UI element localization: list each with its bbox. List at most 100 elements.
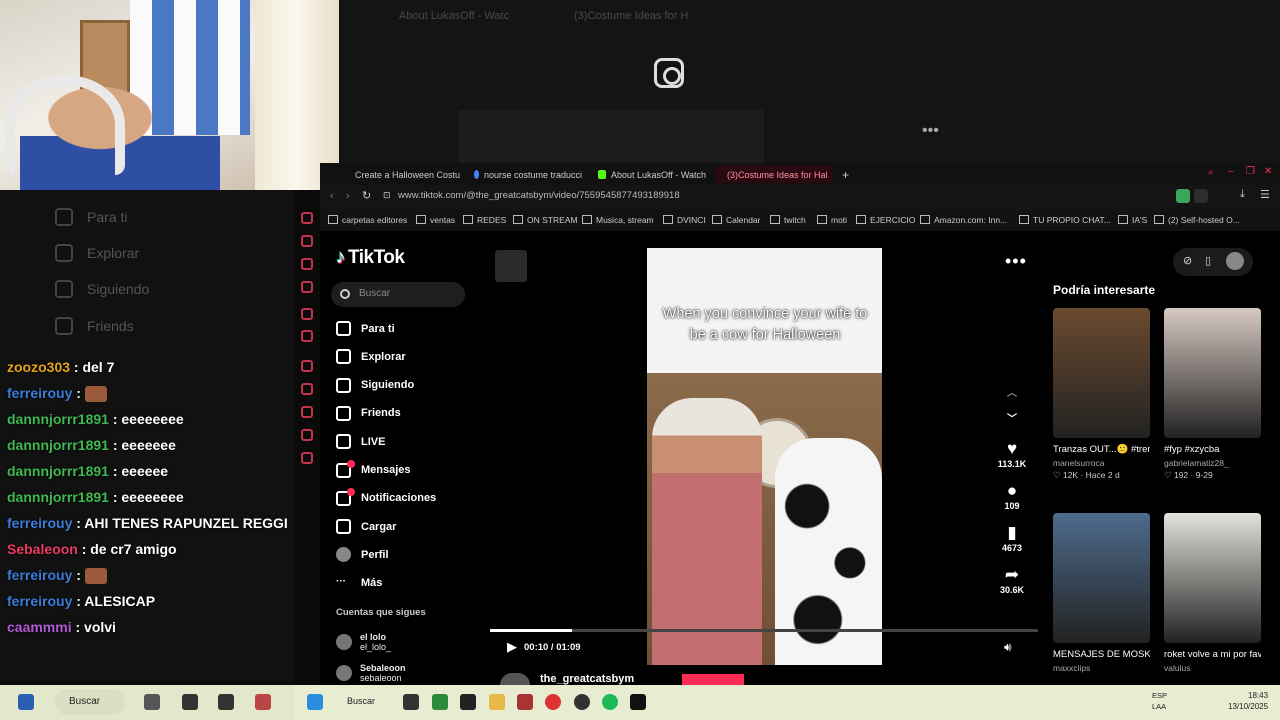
bookmark[interactable]: REDES	[463, 215, 506, 225]
rail-icon[interactable]	[301, 360, 313, 372]
progress-bar[interactable]	[490, 629, 1038, 632]
chat-username[interactable]: dannnjorrr1891	[7, 437, 109, 453]
rail-icon[interactable]	[301, 406, 313, 418]
search-icon[interactable]: ⌕	[1208, 167, 1214, 178]
bookmark[interactable]: (2) Self-hosted O...	[1154, 215, 1240, 225]
bookmark[interactable]: carpetas editores	[328, 215, 407, 225]
video-thumbnail[interactable]	[1164, 513, 1261, 643]
search-box[interactable]: Buscar	[55, 689, 125, 715]
browser-tab-active[interactable]: (3)Costume Ideas for Hal	[716, 166, 832, 183]
nav-item-friends[interactable]: Friends	[336, 405, 401, 421]
app-icon[interactable]	[460, 694, 476, 710]
video-thumbnail[interactable]	[1053, 513, 1150, 643]
rail-icon[interactable]	[301, 383, 313, 395]
maximize-icon[interactable]: ❐	[1246, 166, 1255, 177]
follow-button[interactable]	[682, 674, 744, 685]
author-name[interactable]: the_greatcatsbym	[540, 673, 634, 685]
language-indicator[interactable]: ESP LAA	[1152, 690, 1167, 712]
bookmark[interactable]: twitch	[770, 215, 806, 225]
opera-icon[interactable]	[545, 694, 561, 710]
more-options-icon[interactable]: •••	[1005, 251, 1027, 272]
close-icon[interactable]: ✕	[1264, 166, 1272, 177]
compass-icon[interactable]: ⊘	[1183, 254, 1192, 267]
tiktok-logo[interactable]: TikTok	[336, 247, 405, 269]
back-icon[interactable]: ‹	[330, 190, 334, 202]
recommendation-author[interactable]: valulus	[1164, 663, 1261, 673]
app-icon[interactable]	[255, 694, 271, 710]
rail-icon[interactable]	[301, 258, 313, 270]
nav-item-cargar[interactable]: Cargar	[336, 519, 396, 535]
forward-icon[interactable]: ›	[346, 190, 350, 202]
chat-username[interactable]: dannnjorrr1891	[7, 411, 109, 427]
like-button[interactable]: ♥ 113.1K	[994, 439, 1030, 469]
bookmark[interactable]: DVINCI	[663, 215, 706, 225]
play-icon[interactable]: ▶	[507, 639, 517, 655]
bookmark[interactable]: Calendar	[712, 215, 761, 225]
nav-item-siguiendo[interactable]: Siguiendo	[336, 377, 414, 393]
bookmark[interactable]: Amazon.com: Inn...	[920, 215, 1007, 225]
video-player[interactable]: When you convince your wife to be a cow …	[647, 248, 882, 665]
app-icon[interactable]	[218, 694, 234, 710]
search-input[interactable]: Buscar	[331, 282, 465, 307]
nav-item-mensajes[interactable]: Mensajes	[336, 459, 411, 478]
recommendation-author[interactable]: gabrielamatiz28_	[1164, 458, 1261, 468]
chevron-up-icon[interactable]: ︿	[994, 384, 1030, 399]
app-icon[interactable]	[144, 694, 160, 710]
recommendation-card[interactable]: MENSAJES DE MOSKI A MERNUEL... maxxclips	[1053, 513, 1150, 673]
save-button[interactable]: ▮ 4673	[994, 523, 1030, 553]
url-field[interactable]: www.tiktok.com/@the_greatcatsbym/video/7…	[398, 190, 680, 201]
recommendation-card[interactable]: #fyp #xzycba gabrielamatiz28_ ♡ 192 · 9-29	[1164, 308, 1261, 481]
bookmark[interactable]: IA'S	[1118, 215, 1147, 225]
recommendation-card[interactable]: Tranzas OUT...🙂 #trenzas #braids... manel…	[1053, 308, 1150, 481]
nav-item-notificaciones[interactable]: Notificaciones	[336, 487, 436, 506]
rail-icon[interactable]	[301, 281, 313, 293]
chevron-down-icon[interactable]: ﹀	[994, 410, 1030, 425]
nav-item-live[interactable]: LIVE	[336, 434, 385, 450]
bookmark[interactable]: EJERCICIO	[856, 215, 915, 225]
download-icon[interactable]: ⤓	[1240, 188, 1245, 201]
rail-icon[interactable]	[301, 330, 313, 342]
rail-icon[interactable]	[301, 212, 313, 224]
reload-icon[interactable]: ↻	[362, 189, 371, 202]
windows-icon[interactable]	[18, 694, 34, 710]
extension-icon[interactable]	[1194, 189, 1208, 203]
chat-username[interactable]: caammmi	[7, 619, 72, 635]
following-item[interactable]: el lolo el_lolo_	[336, 632, 391, 652]
chat-username[interactable]: ferreirouy	[7, 515, 72, 531]
video-thumbnail[interactable]	[1053, 308, 1150, 438]
task-view-icon[interactable]	[403, 694, 419, 710]
minimize-icon[interactable]: –	[1228, 166, 1234, 177]
video-thumbnail[interactable]	[1164, 308, 1261, 438]
chat-username[interactable]: dannnjorrr1891	[7, 489, 109, 505]
nav-item-perfil[interactable]: Perfil	[336, 547, 389, 563]
rail-icon[interactable]	[301, 235, 313, 247]
comment-button[interactable]: ● 109	[994, 481, 1030, 511]
tiktok-icon[interactable]	[630, 694, 646, 710]
bookmark[interactable]: ON STREAM	[513, 215, 578, 225]
rail-icon[interactable]	[301, 452, 313, 464]
nav-item-explorar[interactable]: Explorar	[336, 349, 406, 365]
bookmark[interactable]: TU PROPIO CHAT...	[1019, 215, 1111, 225]
bookmark[interactable]: ventas	[416, 215, 455, 225]
app-icon[interactable]	[432, 694, 448, 710]
cast-button[interactable]	[495, 250, 527, 282]
browser-tab[interactable]: Create a Halloween Costu	[344, 166, 466, 183]
share-button[interactable]: ➦ 30.6K	[994, 565, 1030, 595]
phone-icon[interactable]: ▯	[1205, 254, 1211, 267]
chat-username[interactable]: ferreirouy	[7, 385, 72, 401]
bookmark[interactable]: Musica, stream	[582, 215, 654, 225]
browser-tab[interactable]: nourse costume traducci	[468, 166, 588, 183]
system-clock[interactable]: 18:43 13/10/2025	[1228, 690, 1268, 712]
chat-username[interactable]: dannnjorrr1891	[7, 463, 109, 479]
following-item[interactable]: Sebaleoon sebaleoon	[336, 663, 406, 683]
bookmark[interactable]: moti	[817, 215, 847, 225]
chat-username[interactable]: zoozo303	[7, 359, 70, 375]
avatar[interactable]	[1226, 252, 1244, 270]
chat-username[interactable]: ferreirouy	[7, 593, 72, 609]
obs-icon[interactable]	[574, 694, 590, 710]
new-tab-button[interactable]: +	[836, 166, 855, 183]
app-icon[interactable]	[182, 694, 198, 710]
spotify-icon[interactable]	[602, 694, 618, 710]
chat-username[interactable]: ferreirouy	[7, 567, 72, 583]
browser-tab[interactable]: About LukasOff - Watch	[592, 166, 712, 183]
